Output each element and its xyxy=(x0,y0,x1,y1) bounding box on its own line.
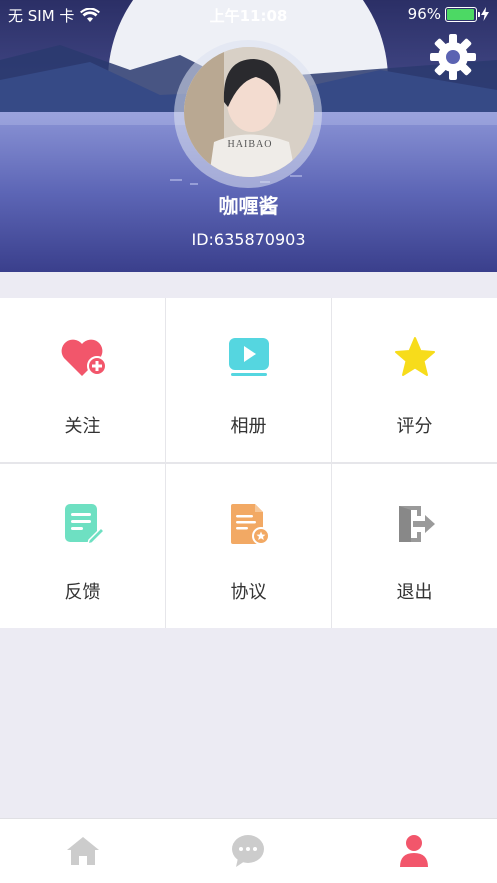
tab-bar xyxy=(0,818,497,883)
battery-percent: 96% xyxy=(407,5,441,23)
menu-item-label: 评分 xyxy=(396,416,433,437)
status-bar: 无 SIM 卡 上午11:08 96% xyxy=(0,0,497,30)
nickname: 咖喱酱 xyxy=(218,194,279,218)
edit-note-icon xyxy=(64,504,105,546)
menu-item-label: 相册 xyxy=(230,416,267,437)
settings-gear-icon[interactable] xyxy=(428,32,478,82)
menu-item-label: 退出 xyxy=(396,582,433,603)
menu-grid: 关注 相册 评分 反馈 协议 退出 xyxy=(0,298,497,628)
logout-icon xyxy=(398,506,435,542)
chat-bubble-icon xyxy=(232,835,264,867)
tab-messages[interactable] xyxy=(228,833,268,869)
menu-item-label: 协议 xyxy=(230,582,267,603)
user-id: ID:635870903 xyxy=(191,230,306,249)
video-album-icon xyxy=(228,338,269,376)
tab-home[interactable] xyxy=(63,833,103,869)
menu-item-label: 反馈 xyxy=(64,582,101,603)
avatar-shirt-text: HAIBAO xyxy=(228,139,273,150)
avatar[interactable]: HAIBAO xyxy=(184,47,314,177)
menu-item-agreement[interactable]: 协议 xyxy=(166,464,331,628)
heart-plus-icon xyxy=(61,339,107,376)
menu-item-follow[interactable]: 关注 xyxy=(0,298,165,462)
user-icon xyxy=(400,835,428,867)
status-right: 96% xyxy=(408,5,489,23)
home-icon xyxy=(67,837,99,865)
tab-profile[interactable] xyxy=(394,833,434,869)
battery-icon xyxy=(445,6,480,22)
menu-item-label: 关注 xyxy=(64,416,101,437)
agreement-doc-icon xyxy=(230,504,270,545)
menu-item-feedback[interactable]: 反馈 xyxy=(0,464,165,628)
charging-icon xyxy=(481,7,489,21)
profile-header: 无 SIM 卡 上午11:08 96% HAIBAO 咖喱酱 ID:635870… xyxy=(0,0,497,272)
menu-item-rate[interactable]: 评分 xyxy=(332,298,497,462)
avatar-photo: HAIBAO xyxy=(184,47,314,177)
menu-item-album[interactable]: 相册 xyxy=(166,298,331,462)
battery-fill xyxy=(447,8,474,20)
star-icon xyxy=(394,337,435,376)
menu-item-logout[interactable]: 退出 xyxy=(332,464,497,628)
